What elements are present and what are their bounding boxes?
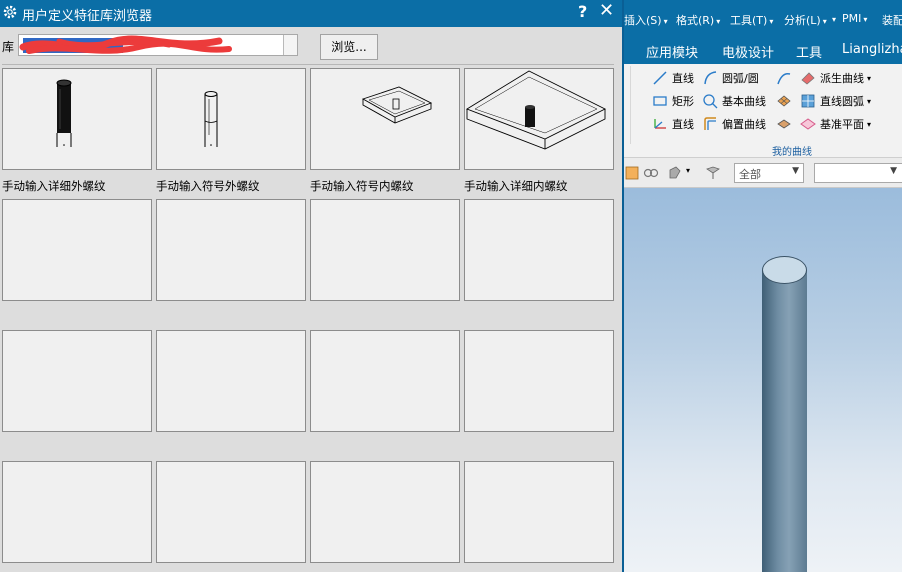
library-path-combobox[interactable] — [18, 34, 298, 56]
thumbnail-empty[interactable] — [464, 199, 614, 301]
menu-format[interactable]: 格式(R) ▾ — [676, 12, 720, 28]
ribbon-arc-circle-button[interactable]: 圆弧/圆 — [702, 69, 759, 87]
scope-filter-select[interactable]: ▼ — [814, 163, 902, 183]
browse-button[interactable]: 浏览... — [320, 34, 378, 60]
separator — [2, 64, 614, 65]
thumbnail-empty[interactable] — [156, 199, 306, 301]
thumbnail-solid-external-thread[interactable] — [2, 68, 152, 170]
thumbnail-empty[interactable] — [464, 330, 614, 432]
ribbon-derived-curve-button[interactable]: 派生曲线 ▾ — [800, 69, 871, 87]
chevron-down-icon: ▼ — [890, 166, 897, 176]
thumbnail-label: 手动输入详细内螺纹 — [464, 179, 568, 193]
thumbnail-empty[interactable] — [310, 199, 460, 301]
cylinder-top-face[interactable] — [762, 256, 807, 284]
menu-bar: 插入(S) ▾ 格式(R) ▾ 工具(T) ▾ 分析(L) ▾ ▾ PMI ▾ 装配 — [620, 0, 902, 36]
thumbnail-empty[interactable] — [464, 461, 614, 563]
symbolic-internal-thread-icon — [361, 86, 433, 124]
ribbon-offset-curve-button[interactable]: 偏置曲线 — [702, 115, 766, 133]
derived-curve-icon — [800, 70, 816, 86]
ribbon-group-label: 我的曲线 — [772, 147, 812, 158]
thumbnail-empty[interactable] — [2, 330, 152, 432]
menu-tools[interactable]: 工具(T) ▾ — [730, 12, 773, 28]
ribbon-rectangle-button[interactable]: 矩形 — [652, 92, 694, 110]
thumbnail-label: 手动输入符号外螺纹 — [156, 179, 260, 193]
thumbnail-label: 手动输入符号内螺纹 — [310, 179, 414, 193]
dialog-title: 用户定义特征库浏览器 — [22, 9, 153, 24]
thumbnail-symbolic-external-thread[interactable] — [156, 68, 306, 170]
help-button[interactable]: ? — [578, 2, 587, 21]
thumbnail-detailed-internal-thread[interactable] — [464, 68, 614, 170]
thumbnail-empty[interactable] — [2, 461, 152, 563]
type-filter-select[interactable]: 全部 ▼ — [734, 163, 804, 183]
close-button[interactable]: ✕ — [599, 0, 614, 21]
cylinder-model[interactable] — [762, 270, 807, 572]
library-label: 库 — [2, 40, 15, 54]
graphics-viewport[interactable] — [620, 188, 902, 572]
menu-insert[interactable]: 插入(S) ▾ — [624, 12, 668, 28]
redaction-scribble — [19, 35, 232, 54]
ribbon-separator — [630, 66, 631, 144]
line-icon — [652, 70, 668, 86]
surface-patch-icon[interactable] — [776, 116, 792, 132]
symbolic-external-thread-icon — [204, 91, 218, 147]
ribbon-line-arc-button[interactable]: 直线圆弧 ▾ — [800, 92, 871, 110]
tab-application[interactable]: 应用模块 — [646, 42, 698, 61]
snap-dropdown-icon[interactable]: ▾ — [686, 166, 690, 175]
thumbnail-label: 手动输入详细外螺纹 — [2, 179, 106, 193]
mode-tabs: 应用模块 电极设计 工具 Lianglizha — [620, 36, 902, 64]
selection-toolbar: ▾ 全部 ▼ ▼ — [620, 158, 902, 188]
arc-icon — [702, 70, 718, 86]
screen: 插入(S) ▾ 格式(R) ▾ 工具(T) ▾ 分析(L) ▾ ▾ PMI ▾ 装配 应用模… — [0, 0, 902, 572]
datum-plane-icon — [800, 116, 816, 132]
line-arc-icon — [800, 93, 816, 109]
thumbnail-symbolic-internal-thread[interactable] — [310, 68, 460, 170]
ribbon-curve-group: 直线 矩形 直线 圆弧/圆 基本曲线 偏置曲线 派生曲线 ▾ 直线圆弧 ▾ 基准… — [620, 64, 902, 158]
surface-grid-icon[interactable] — [776, 93, 792, 109]
udf-library-browser-dialog: 用户定义特征库浏览器 ? ✕ 库 浏览... 手动输入详细外螺纹 手动输入符号外… — [0, 0, 624, 572]
thumbnail-empty[interactable] — [2, 199, 152, 301]
dialog-titlebar[interactable]: 用户定义特征库浏览器 ? ✕ — [0, 0, 622, 27]
rectangle-icon — [652, 93, 668, 109]
tab-user[interactable]: Lianglizha — [842, 42, 902, 57]
detailed-internal-thread-icon — [465, 70, 607, 150]
detailed-external-thread-icon — [56, 79, 72, 147]
tab-tools[interactable]: 工具 — [796, 42, 822, 61]
snap-icon[interactable] — [666, 164, 684, 182]
thumbnail-empty[interactable] — [310, 461, 460, 563]
menu-pmi[interactable]: ▾ PMI ▾ — [832, 12, 867, 25]
ribbon-line2-button[interactable]: 直线 — [652, 115, 694, 133]
menu-analysis[interactable]: 分析(L) ▾ — [784, 12, 827, 28]
menu-assembly[interactable]: 装配 — [882, 12, 902, 28]
thumbnail-empty[interactable] — [156, 330, 306, 432]
thumbnail-empty[interactable] — [310, 330, 460, 432]
tab-electrode-design[interactable]: 电极设计 — [722, 42, 774, 61]
basic-curve-icon — [702, 93, 718, 109]
link-icon[interactable] — [642, 164, 660, 182]
select-icon[interactable] — [624, 164, 642, 182]
chevron-down-icon: ▼ — [792, 166, 799, 176]
axis-line-icon — [652, 116, 668, 132]
filter-icon[interactable] — [704, 164, 722, 182]
offset-curve-icon — [702, 116, 718, 132]
library-dropdown-button[interactable] — [283, 35, 297, 55]
thumbnail-empty[interactable] — [156, 461, 306, 563]
spline-icon[interactable] — [776, 70, 792, 86]
ribbon-basic-curve-button[interactable]: 基本曲线 — [702, 92, 766, 110]
ribbon-datum-plane-button[interactable]: 基准平面 ▾ — [800, 115, 871, 133]
gear-icon — [3, 5, 17, 19]
ribbon-line-button[interactable]: 直线 — [652, 69, 694, 87]
